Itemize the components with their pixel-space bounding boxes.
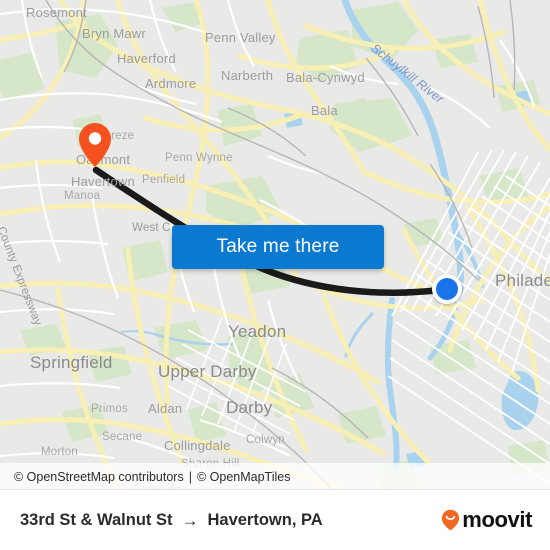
take-me-there-button[interactable]: Take me there <box>172 225 384 269</box>
map-attribution: © OpenStreetMap contributors | © OpenMap… <box>0 463 550 490</box>
moovit-logo[interactable]: moovit <box>441 509 532 531</box>
attribution-osm[interactable]: © OpenStreetMap contributors <box>14 470 184 484</box>
arrow-right-icon: → <box>181 510 199 530</box>
moovit-pin-icon <box>442 509 460 531</box>
origin-pin[interactable] <box>78 122 112 168</box>
moovit-map-page: Rosemont Bryn Mawr Penn Valley Haverford Nar… <box>0 0 550 550</box>
route-origin-label: 33rd St & Walnut St <box>20 510 173 529</box>
attribution-separator: | <box>188 469 192 484</box>
destination-dot-core <box>436 278 458 300</box>
map-canvas[interactable]: Rosemont Bryn Mawr Penn Valley Haverford Nar… <box>0 0 550 490</box>
destination-dot[interactable] <box>432 274 462 304</box>
route-summary: 33rd St & Walnut St → Havertown, PA <box>20 511 441 530</box>
route-destination-label: Havertown, PA <box>207 510 323 529</box>
footer-bar: 33rd St & Walnut St → Havertown, PA moov… <box>0 490 550 550</box>
moovit-wordmark: moovit <box>462 507 532 532</box>
attribution-openmaptiles[interactable]: © OpenMapTiles <box>197 470 291 484</box>
